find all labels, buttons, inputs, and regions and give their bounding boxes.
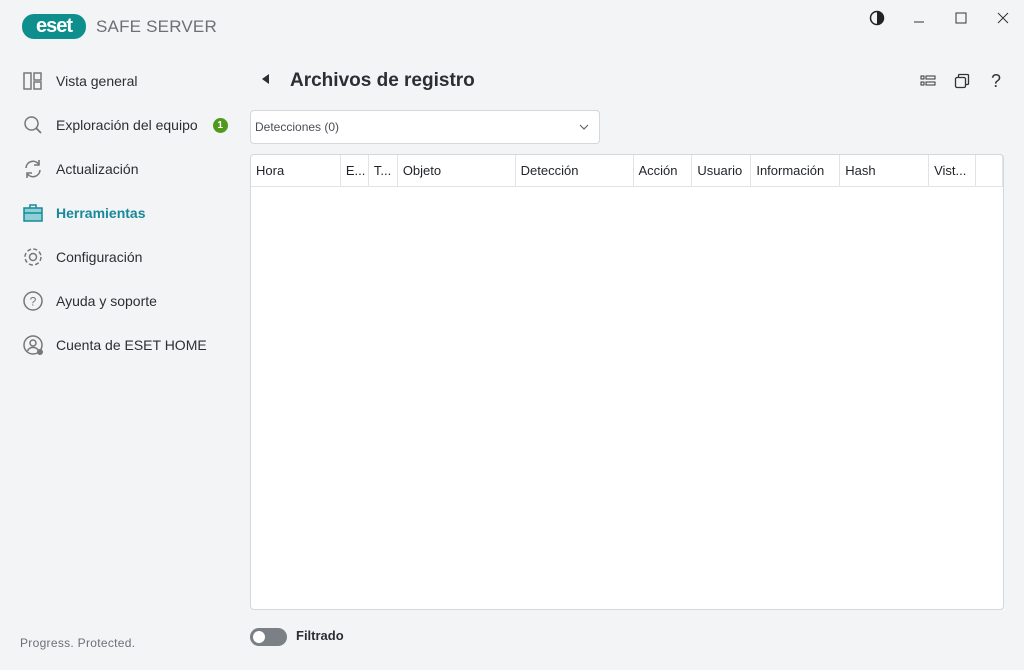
tagline: Progress. Protected. [20, 636, 136, 650]
log-type-select[interactable]: Detecciones (0) [250, 110, 600, 144]
list-view-icon [920, 75, 936, 86]
eset-logo: eset SAFE SERVER [22, 14, 217, 39]
table-header: Hora E... T... Objeto Detección Acción U… [251, 155, 1003, 187]
log-table: Hora E... T... Objeto Detección Acción U… [250, 154, 1004, 610]
column-header-deteccion[interactable]: Detección [516, 155, 634, 186]
copy-window-button[interactable] [953, 72, 971, 90]
column-layout-button[interactable] [919, 72, 937, 90]
sidebar-item-exploracion[interactable]: Exploración del equipo 1 [22, 113, 228, 137]
contrast-icon [869, 10, 885, 26]
sidebar-item-label: Vista general [56, 73, 138, 89]
column-header-accion[interactable]: Acción [634, 155, 693, 186]
sidebar-item-label: Actualización [56, 161, 139, 177]
product-name: SAFE SERVER [96, 16, 217, 36]
refresh-icon [25, 160, 41, 178]
gear-icon [24, 248, 42, 266]
minimize-icon [914, 21, 924, 23]
close-icon [997, 12, 1009, 24]
sidebar-item-cuenta[interactable]: Cuenta de ESET HOME [22, 333, 207, 357]
column-header-informacion[interactable]: Información [751, 155, 841, 186]
column-header-extra[interactable] [976, 155, 1003, 186]
search-icon [24, 116, 42, 134]
maximize-button[interactable] [951, 8, 971, 28]
close-button[interactable] [993, 8, 1013, 28]
sidebar-item-vista-general[interactable]: Vista general [22, 69, 137, 93]
svg-text:?: ? [30, 295, 37, 309]
back-button[interactable] [262, 74, 269, 84]
column-header-objeto[interactable]: Objeto [398, 155, 516, 186]
column-header-visto[interactable]: Vist... [929, 155, 977, 186]
sidebar-item-herramientas[interactable]: Herramientas [22, 201, 146, 225]
toolbox-icon [23, 204, 43, 222]
eset-logo-badge: eset [22, 14, 86, 39]
notification-badge: 1 [212, 117, 228, 133]
sidebar-item-configuracion[interactable]: Configuración [22, 245, 142, 269]
log-type-value: Detecciones (0) [255, 120, 340, 134]
column-header-e[interactable]: E... [341, 155, 369, 186]
filter-label: Filtrado [296, 628, 344, 643]
sidebar-item-ayuda[interactable]: ? Ayuda y soporte [22, 289, 157, 313]
help-button[interactable]: ? [987, 70, 1005, 91]
sidebar-item-label: Exploración del equipo [56, 117, 198, 133]
column-header-hora[interactable]: Hora [251, 155, 341, 186]
column-header-t[interactable]: T... [369, 155, 398, 186]
question-icon: ? [990, 70, 1001, 91]
account-icon [23, 335, 43, 355]
copy-icon [954, 73, 970, 89]
chevron-down-icon [579, 124, 589, 130]
sidebar-item-label: Ayuda y soporte [56, 293, 157, 309]
theme-toggle-button[interactable] [867, 8, 887, 28]
maximize-icon [955, 12, 967, 24]
sidebar-item-label: Cuenta de ESET HOME [56, 337, 207, 353]
page-title: Archivos de registro [290, 70, 475, 91]
column-header-usuario[interactable]: Usuario [692, 155, 752, 186]
sidebar-item-label: Configuración [56, 249, 143, 265]
minimize-button[interactable] [909, 8, 929, 28]
help-icon: ? [23, 291, 43, 311]
overview-icon [23, 72, 42, 90]
filter-toggle[interactable] [250, 628, 287, 646]
sidebar-item-actualizacion[interactable]: Actualización [22, 157, 139, 181]
sidebar-item-label: Herramientas [56, 205, 146, 221]
column-header-hash[interactable]: Hash [840, 155, 930, 186]
